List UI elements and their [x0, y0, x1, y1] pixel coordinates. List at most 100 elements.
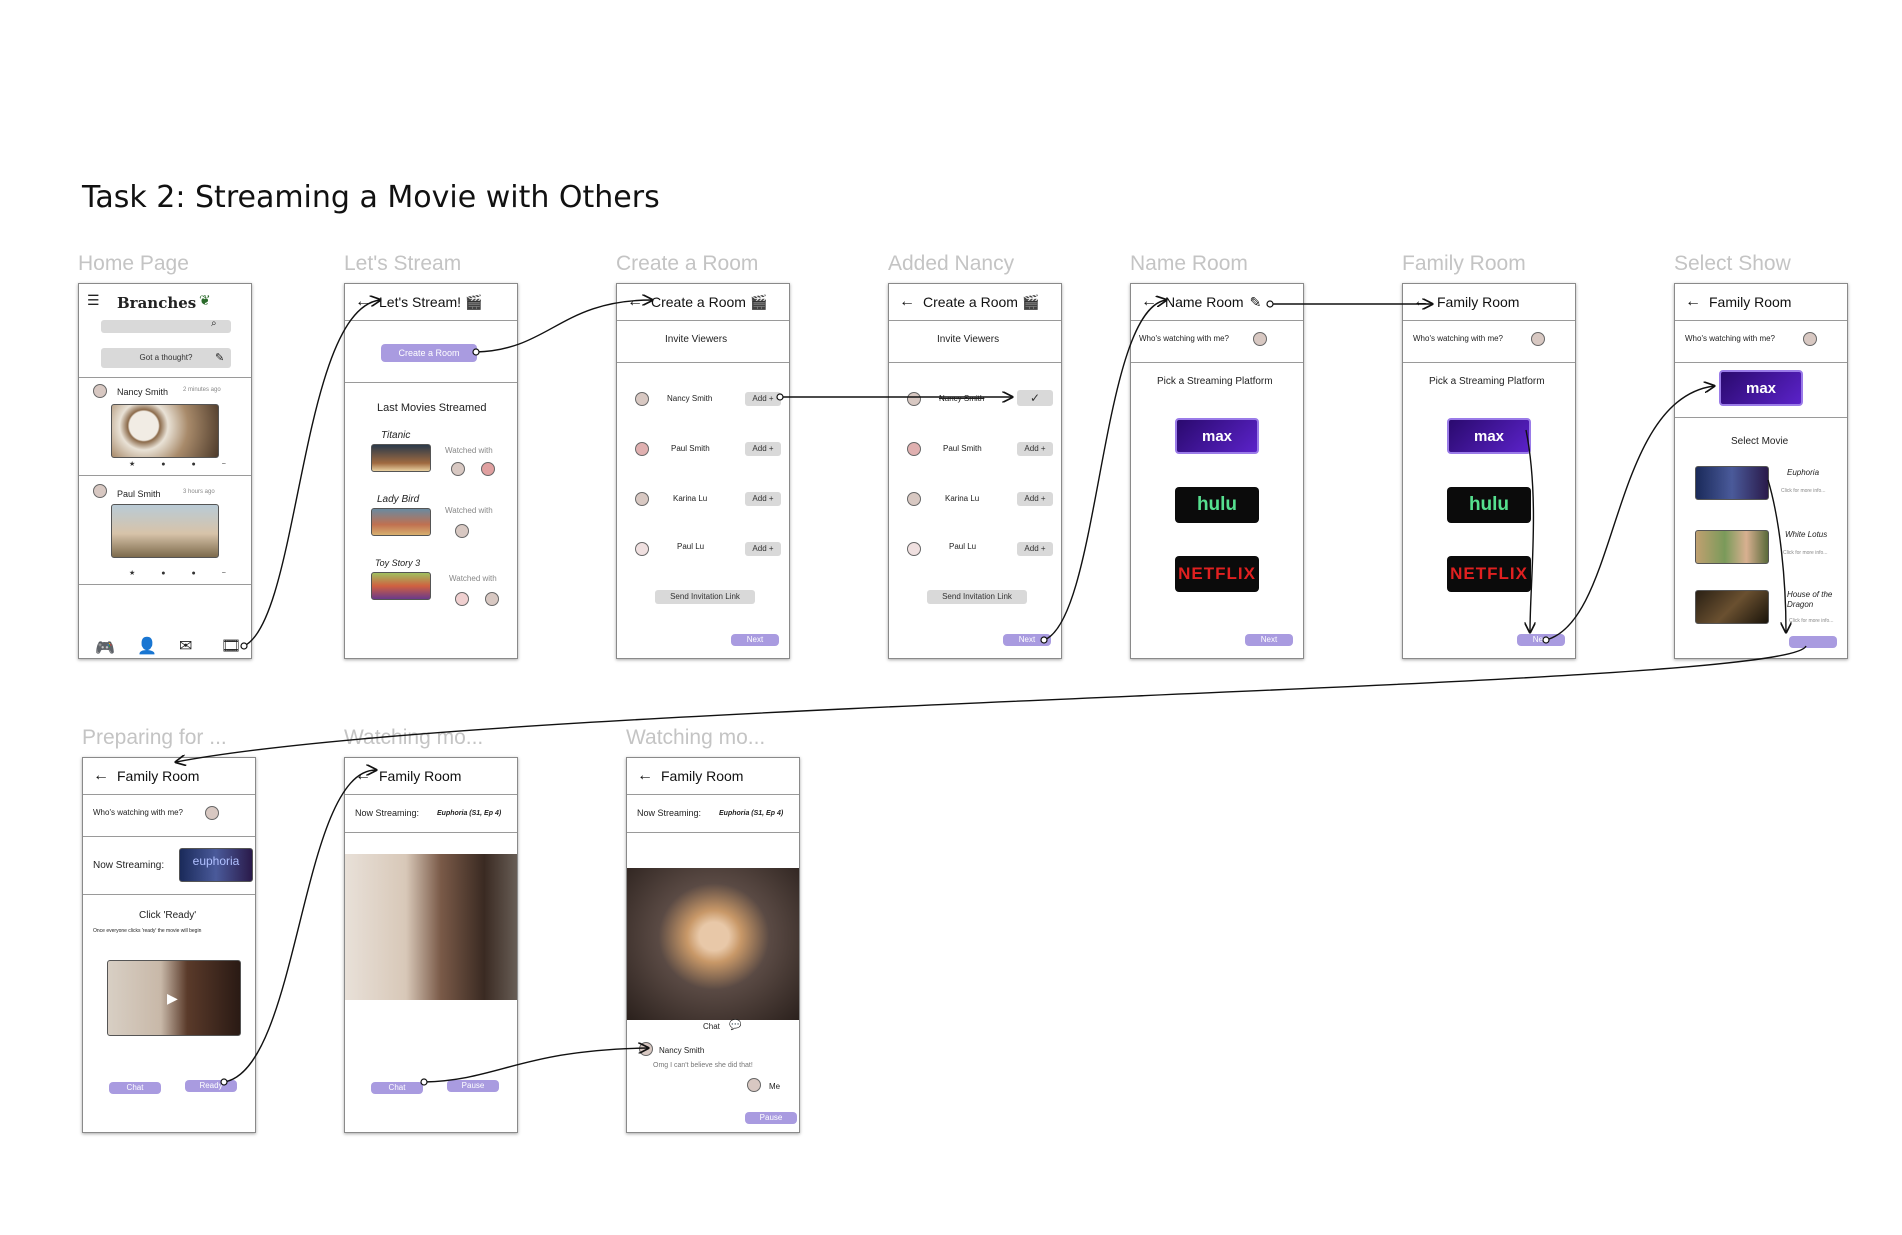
header: ← Family Room: [83, 758, 255, 795]
add-viewer-button[interactable]: Add +: [745, 392, 781, 406]
show-more[interactable]: Click for more info...: [1789, 618, 1833, 624]
header: ← Family Room: [1675, 284, 1847, 321]
avatar: [481, 462, 495, 476]
avatar: [639, 1042, 653, 1056]
back-arrow-icon[interactable]: ←: [1141, 293, 1157, 311]
frame-name-room: ← Name Room ✎ Who's watching with me? Pick…: [1130, 283, 1304, 659]
next-button[interactable]: Next: [1245, 634, 1293, 646]
max-logo[interactable]: max: [1447, 418, 1531, 454]
search-icon[interactable]: ⌕: [211, 318, 217, 329]
hulu-logo[interactable]: hulu: [1175, 487, 1259, 523]
video-player[interactable]: [345, 854, 517, 1000]
show-thumbnail[interactable]: [1695, 590, 1769, 624]
back-arrow-icon[interactable]: ←: [1685, 293, 1701, 311]
last-movies-heading: Last Movies Streamed: [377, 402, 487, 414]
mail-icon[interactable]: ✉: [179, 636, 192, 656]
avatar: [635, 442, 649, 456]
frame-label-watching-2: Watching mo...: [626, 726, 766, 749]
show-title: House of the Dragon: [1787, 590, 1833, 609]
pick-platform-heading: Pick a Streaming Platform: [1157, 376, 1273, 387]
next-button[interactable]: Next: [1517, 634, 1565, 646]
header: ← Let's Stream! 🎬: [345, 284, 517, 321]
video-player[interactable]: [627, 868, 799, 1020]
pencil-icon[interactable]: ✎: [215, 351, 224, 364]
create-room-button[interactable]: Create a Room: [381, 344, 477, 362]
frame-home-page: ☰ Branches ❦ ⌕ Got a thought? ✎ Nancy Sm…: [78, 283, 252, 659]
add-viewer-button[interactable]: Add +: [745, 492, 781, 506]
back-arrow-icon[interactable]: ←: [627, 293, 643, 311]
whos-watching: Who's watching with me?: [93, 808, 184, 817]
chat-message: Omg I can't believe she did that!: [653, 1062, 753, 1069]
viewer-name: Paul Smith: [671, 444, 710, 453]
avatar: [451, 462, 465, 476]
app-logo: Branches: [117, 294, 197, 312]
film-icon[interactable]: 🎞: [221, 636, 241, 656]
chat-button[interactable]: Chat: [371, 1082, 423, 1094]
me-label: Me: [769, 1082, 781, 1091]
clapper-icon: 🎬: [749, 293, 768, 310]
hulu-logo[interactable]: hulu: [1447, 487, 1531, 523]
viewer-name: Karina Lu: [673, 494, 708, 503]
now-streaming-label: Now Streaming:: [355, 808, 420, 818]
show-more[interactable]: Click for more info...: [1781, 488, 1825, 494]
max-logo[interactable]: max: [1719, 370, 1803, 406]
pause-button[interactable]: Pause: [745, 1112, 797, 1124]
back-arrow-icon[interactable]: ←: [93, 767, 109, 785]
back-arrow-icon[interactable]: ←: [899, 293, 915, 311]
back-arrow-icon[interactable]: ←: [355, 767, 371, 785]
carousel-dots: ★●●~: [129, 570, 252, 577]
add-viewer-button[interactable]: Add +: [745, 542, 781, 556]
netflix-logo[interactable]: NETFLIX: [1447, 556, 1531, 592]
show-thumbnail[interactable]: [1695, 530, 1769, 564]
show-more[interactable]: Click for more info...: [1783, 550, 1827, 556]
frame-label-create-room: Create a Room: [616, 252, 759, 275]
ready-note: Once everyone clicks 'ready' the movie w…: [93, 928, 202, 934]
chat-bubble-icon: 💬: [729, 1020, 742, 1031]
pencil-icon[interactable]: ✎: [1250, 294, 1262, 311]
post-time: 3 hours ago: [183, 489, 215, 495]
gamepad-icon[interactable]: 🎮: [95, 638, 115, 658]
avatar: [907, 542, 921, 556]
viewer-name: Paul Lu: [677, 542, 705, 551]
max-logo[interactable]: max: [1175, 418, 1259, 454]
next-button[interactable]: Next: [1003, 634, 1051, 646]
avatar: [635, 392, 649, 406]
add-viewer-button[interactable]: Add +: [1017, 442, 1053, 456]
chat-button[interactable]: Chat: [109, 1082, 161, 1094]
movie-title: Titanic: [381, 430, 411, 441]
back-arrow-icon[interactable]: ←: [1413, 293, 1429, 311]
avatar: [93, 384, 107, 398]
back-arrow-icon[interactable]: ←: [355, 293, 371, 311]
post-image[interactable]: [111, 404, 219, 458]
now-streaming-thumbnail[interactable]: euphoria: [179, 848, 253, 882]
menu-icon[interactable]: ☰: [87, 292, 100, 309]
ready-button[interactable]: Ready: [185, 1080, 237, 1092]
viewer-name: Nancy Smith: [667, 394, 713, 403]
viewer-name: Nancy Smith: [939, 394, 985, 403]
show-thumbnail[interactable]: [1695, 466, 1769, 500]
watched-with-label: Watched with: [445, 506, 493, 515]
add-viewer-button[interactable]: Add +: [745, 442, 781, 456]
play-icon[interactable]: ▶: [167, 990, 178, 1007]
movie-thumbnail[interactable]: [371, 508, 431, 536]
movie-thumbnail[interactable]: [371, 572, 431, 600]
check-icon[interactable]: ✓: [1017, 390, 1053, 406]
send-link-button[interactable]: Send Invitation Link: [655, 590, 755, 604]
avatar: [93, 484, 107, 498]
next-button[interactable]: Next: [731, 634, 779, 646]
header-title: Let's Stream!: [379, 294, 462, 310]
pause-button[interactable]: Pause: [447, 1080, 499, 1092]
movie-thumbnail[interactable]: [371, 444, 431, 472]
add-viewer-button[interactable]: Add +: [1017, 492, 1053, 506]
avatar: [1253, 332, 1267, 346]
post-image[interactable]: [111, 504, 219, 558]
back-arrow-icon[interactable]: ←: [637, 767, 653, 785]
now-streaming-label: Now Streaming:: [93, 860, 165, 871]
add-viewer-button[interactable]: Add +: [1017, 542, 1053, 556]
next-button[interactable]: [1789, 636, 1837, 648]
netflix-logo[interactable]: NETFLIX: [1175, 556, 1259, 592]
thought-input[interactable]: Got a thought?: [101, 348, 231, 368]
profile-icon[interactable]: 👤: [137, 636, 157, 656]
thought-placeholder: Got a thought?: [139, 353, 193, 362]
send-link-button[interactable]: Send Invitation Link: [927, 590, 1027, 604]
